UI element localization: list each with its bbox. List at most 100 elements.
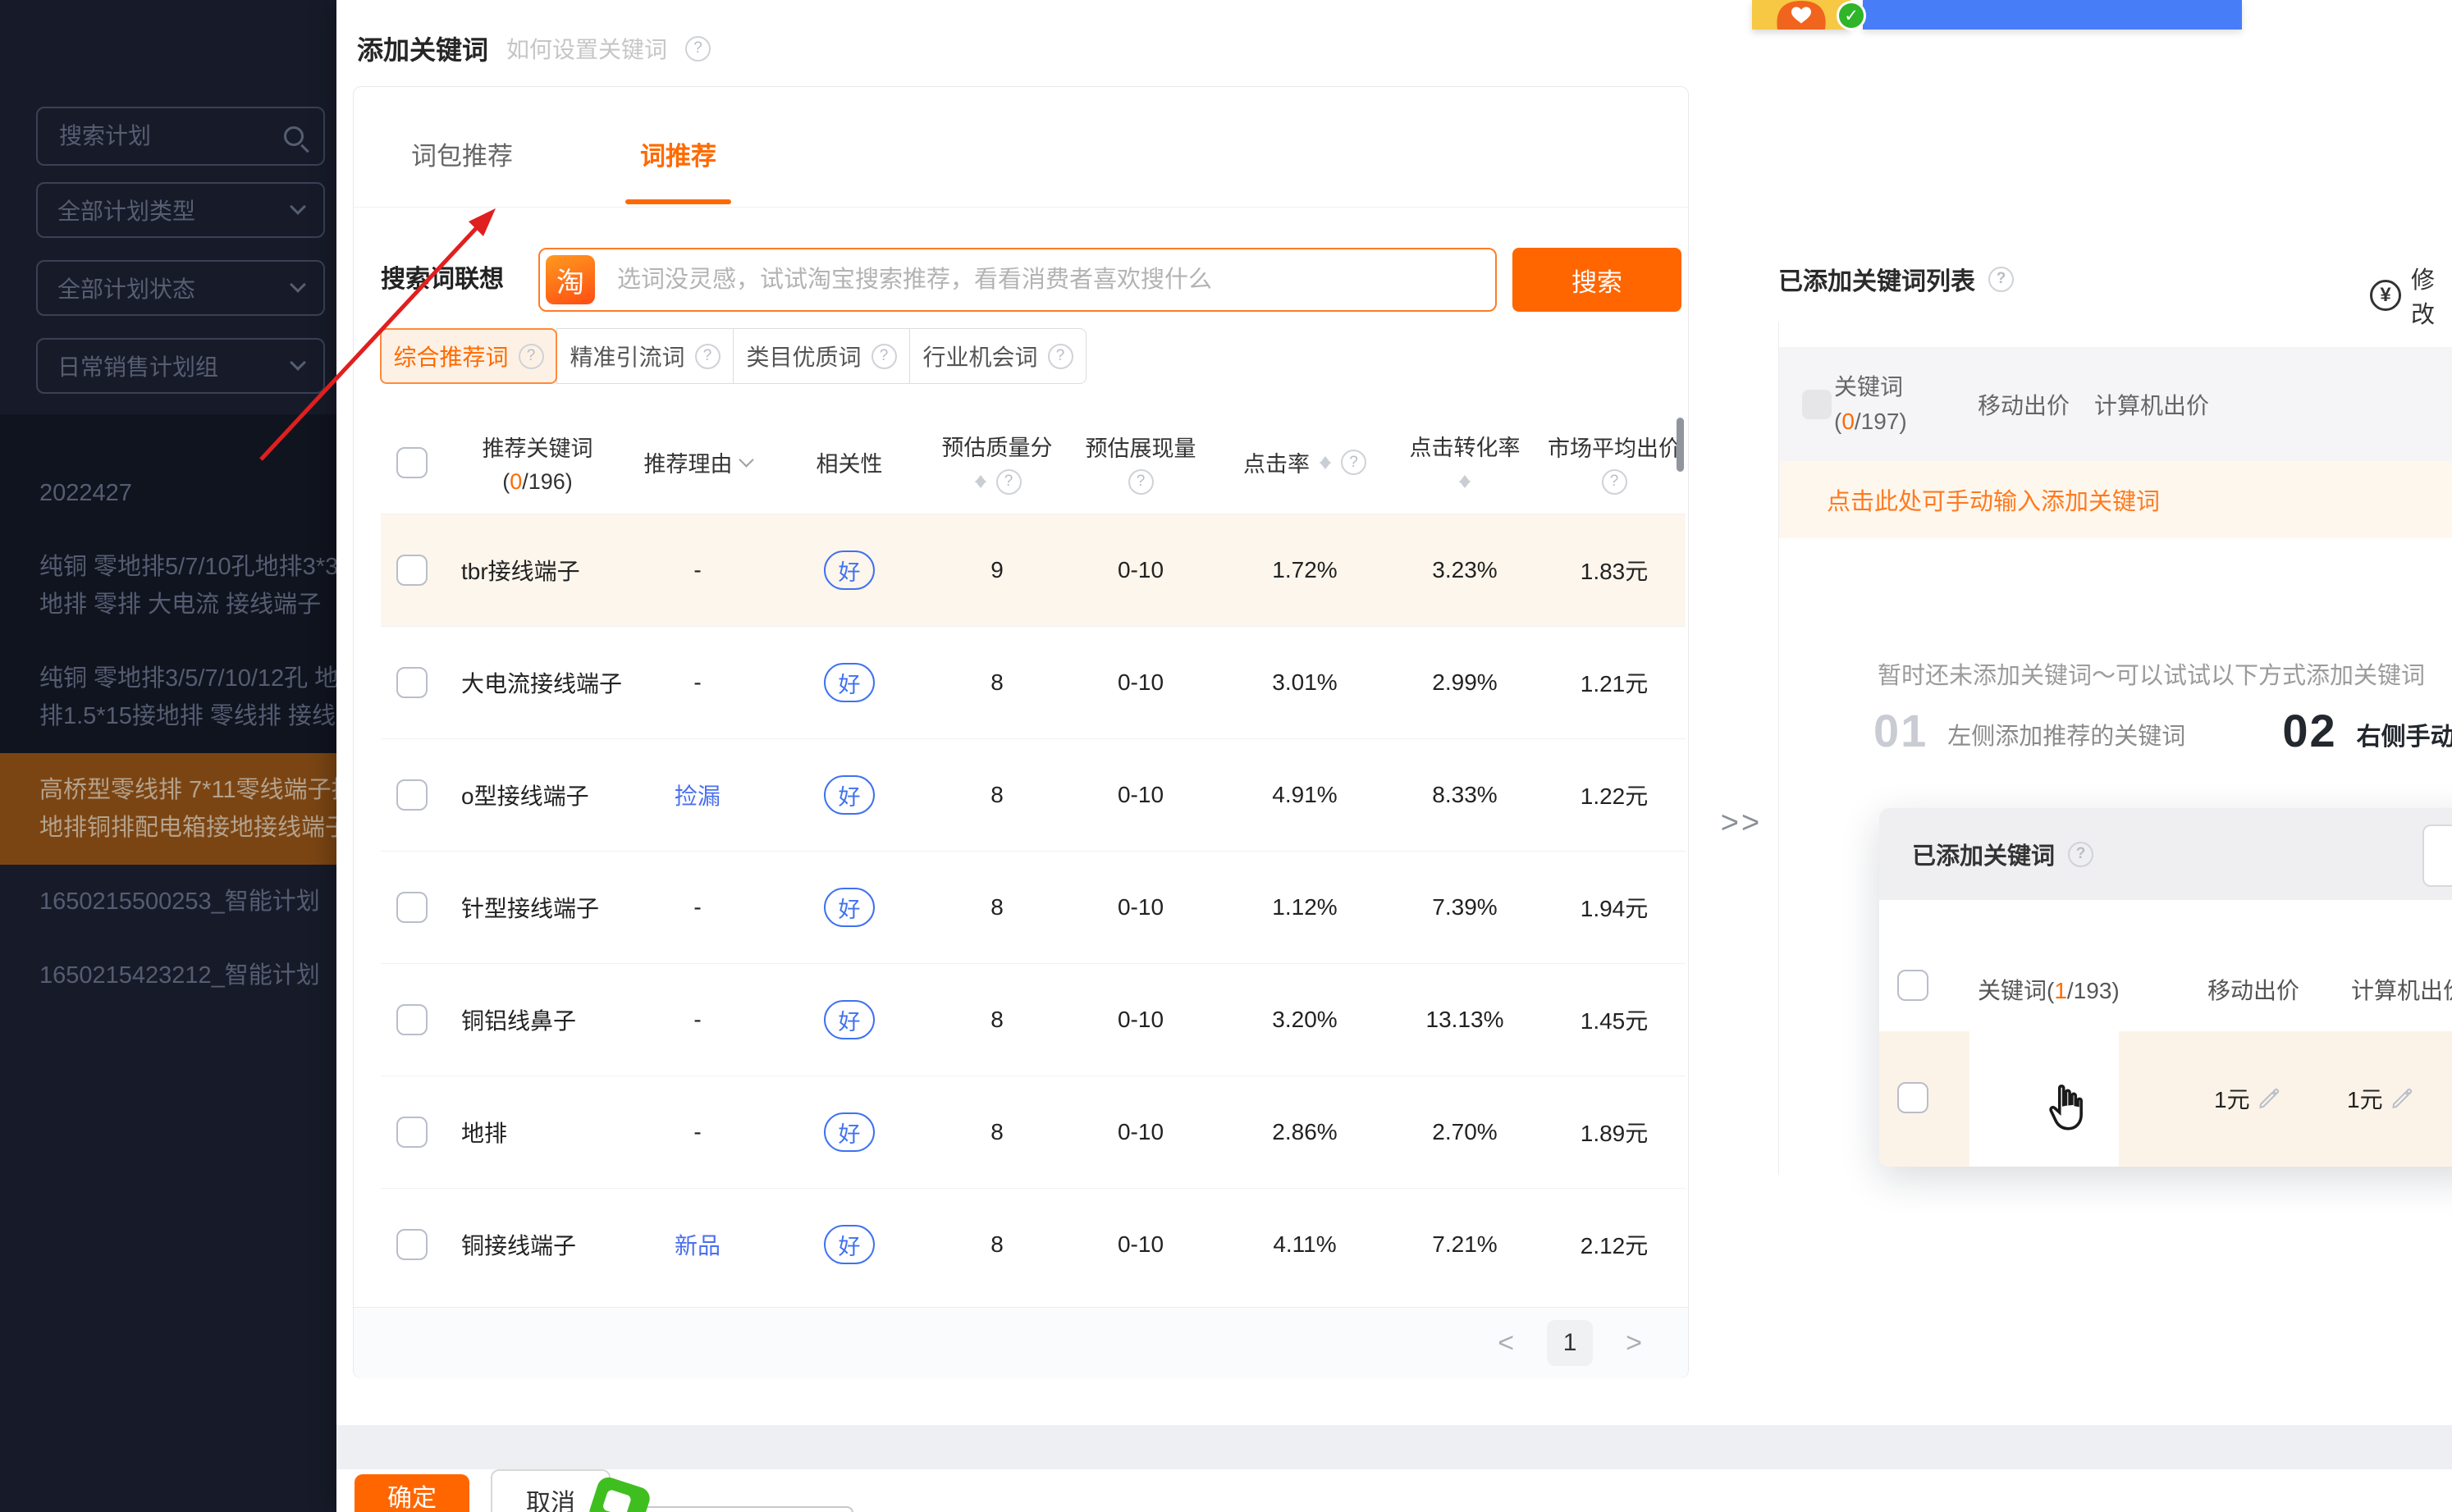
tab-item[interactable]: 词包推荐 <box>411 135 513 203</box>
help-icon[interactable] <box>2068 842 2093 867</box>
plan-list-item[interactable]: 纯铜 零地排5/7/10孔地排3*30排 地排 零排 大电流 接线端子 <box>0 530 336 642</box>
keyword-count: (0/196) <box>502 469 573 495</box>
plan-list-item[interactable]: 高桥型零线排 7*11零线端子排接 地排铜排配电箱接地接线端子 <box>0 753 336 865</box>
how-to-set-keywords-link[interactable]: 如何设置关键词 <box>506 32 667 65</box>
reason-cell[interactable]: - <box>632 894 763 920</box>
row-checkbox[interactable] <box>396 1229 428 1260</box>
col-quality: 预估质量分 <box>942 430 1053 495</box>
next-page-button[interactable]: > <box>1626 1329 1642 1357</box>
manual-add-keywords-row[interactable]: 点击此处可手动输入添加关键词 <box>1779 461 2452 538</box>
keyword-search-input[interactable] <box>615 249 1477 310</box>
table-row[interactable]: 地排 - 好 8 0-10 2.86% 2.70% 1.89元 <box>381 1076 1686 1188</box>
help-icon[interactable] <box>1341 450 1366 475</box>
row-checkbox[interactable] <box>396 1004 428 1035</box>
col-ctr: 点击率 <box>1223 446 1387 478</box>
row-checkbox[interactable] <box>396 892 428 923</box>
ctr-cell: 3.20% <box>1223 1007 1387 1033</box>
plan-filter-select[interactable]: 全部计划状态 <box>36 260 325 316</box>
page-title: 添加关键词 <box>357 30 488 67</box>
col-bid: 市场平均出价 <box>1548 431 1681 495</box>
footer-divider-band <box>336 1425 2452 1469</box>
table-row[interactable]: 铜铝线鼻子 - 好 8 0-10 3.20% 13.13% 1.45元 <box>381 963 1686 1076</box>
extension-toolbar[interactable] <box>1863 0 2242 30</box>
plan-list-item[interactable]: 2022427 <box>0 456 336 530</box>
relevance-badge: 好 <box>824 1112 875 1152</box>
reason-filter-dropdown[interactable]: 推荐理由 <box>632 446 763 478</box>
table-row[interactable]: 针型接线端子 - 好 8 0-10 1.12% 7.39% 1.94元 <box>381 851 1686 963</box>
tab-item[interactable]: 词推荐 <box>640 135 716 203</box>
col-cvr-label: 点击转化率 <box>1410 430 1521 462</box>
added-keywords-title-row: 已添加关键词列表 <box>1778 261 2014 297</box>
quality-cell: 9 <box>936 557 1059 583</box>
table-row[interactable]: o型接线端子 捡漏 好 8 0-10 4.91% 8.33% 1.22元 <box>381 738 1686 851</box>
plan-item-line1: 纯铜 零地排5/7/10孔地排3*30排 <box>39 548 336 586</box>
plan-list-item[interactable]: 1650215500253_智能计划 <box>0 865 336 939</box>
cvr-cell: 8.33% <box>1387 782 1543 808</box>
row-checkbox[interactable] <box>396 1117 428 1148</box>
row-checkbox[interactable] <box>396 779 428 811</box>
select-all-checkbox[interactable] <box>396 447 428 478</box>
word-type-chip[interactable]: 精准引流词 <box>556 328 734 384</box>
help-icon[interactable] <box>1988 267 2014 292</box>
chip-label: 综合推荐词 <box>393 340 508 372</box>
col-keyword-label: 推荐关键词 <box>483 431 593 463</box>
edit-pencil-icon[interactable] <box>2257 1086 2281 1111</box>
table-row[interactable]: tbr接线端子 - 好 9 0-10 1.72% 3.23% 1.83元 <box>381 514 1686 626</box>
cvr-cell: 7.39% <box>1387 894 1543 920</box>
expand-panel-button[interactable]: >> <box>1709 806 1774 841</box>
pc-bid-value: 1元 <box>2347 1082 2414 1115</box>
plan-search-input[interactable] <box>57 122 284 150</box>
reason-cell[interactable]: - <box>632 1119 763 1145</box>
help-icon[interactable] <box>871 344 897 369</box>
popover-action-button[interactable] <box>2422 825 2452 887</box>
search-button[interactable]: 搜索 <box>1512 248 1681 312</box>
reason-cell[interactable]: - <box>632 557 763 583</box>
added-keywords-header: 关键词 (0/197) 移动出价 计算机出价 <box>1779 347 2452 461</box>
word-type-chip[interactable]: 行业机会词 <box>909 328 1086 384</box>
popover-keyword-row[interactable]: 1元 1元 <box>1879 1031 2452 1167</box>
reason-cell[interactable]: - <box>632 669 763 696</box>
keyword-search-field[interactable]: 淘 <box>538 248 1497 312</box>
row-checkbox[interactable] <box>396 555 428 586</box>
plan-list-item[interactable]: 纯铜 零地排3/5/7/10/12孔 地线 排1.5*15接地排 零线排 接线端… <box>0 642 336 753</box>
keyword-cell: 针型接线端子 <box>443 891 632 924</box>
reason-cell[interactable]: 捡漏 <box>632 779 763 811</box>
sort-icon[interactable] <box>1457 468 1472 495</box>
hand-cursor-icon <box>2039 1079 2093 1138</box>
row-checkbox[interactable] <box>396 667 428 698</box>
edit-pencil-icon[interactable] <box>2390 1086 2414 1111</box>
plan-search-field[interactable] <box>36 107 325 166</box>
reason-cell[interactable]: 新品 <box>632 1228 763 1261</box>
impressions-cell: 0-10 <box>1059 1231 1223 1258</box>
plan-filter-select[interactable]: 全部计划类型 <box>36 182 325 238</box>
reason-cell[interactable]: - <box>632 1007 763 1033</box>
help-icon[interactable] <box>695 344 721 369</box>
modify-bid-button[interactable]: ¥ 修改 <box>2370 261 2452 330</box>
step2-text: 右侧手动输入 <box>2357 716 2452 752</box>
sort-icon[interactable] <box>1318 450 1333 476</box>
table-row[interactable]: 铜接线端子 新品 好 8 0-10 4.11% 7.21% 2.12元 <box>381 1188 1686 1300</box>
table-scrollbar[interactable] <box>1677 418 1684 472</box>
help-icon[interactable] <box>1128 469 1154 495</box>
help-icon[interactable] <box>519 344 544 369</box>
confirm-button[interactable]: 确定 <box>355 1474 469 1512</box>
keyword-recommend-panel: 词包推荐 词推荐 搜索词联想 淘 搜索 综合推荐词 <box>353 86 1689 1378</box>
help-icon[interactable] <box>685 36 711 62</box>
help-icon[interactable] <box>1048 344 1073 369</box>
popover-row-checkbox[interactable] <box>1897 1082 1928 1113</box>
word-type-chip[interactable]: 类目优质词 <box>733 328 910 384</box>
cvr-cell: 2.70% <box>1387 1119 1543 1145</box>
word-type-chip[interactable]: 综合推荐词 <box>380 328 557 384</box>
plan-item-line2: 排1.5*15接地排 零线排 接线端子 <box>39 697 336 735</box>
sort-icon[interactable] <box>973 468 988 495</box>
plan-list-item[interactable]: 1650215423212_智能计划 <box>0 939 336 1012</box>
impressions-cell: 0-10 <box>1059 894 1223 920</box>
popover-select-all-checkbox[interactable] <box>1897 970 1928 1001</box>
table-row[interactable]: 大电流接线端子 - 好 8 0-10 3.01% 2.99% 1.21元 <box>381 626 1686 738</box>
plan-filter-select[interactable]: 日常销售计划组 <box>36 338 325 394</box>
help-icon[interactable] <box>1602 469 1627 495</box>
page-number[interactable]: 1 <box>1547 1320 1593 1366</box>
col-added-keyword: 关键词 (0/197) <box>1834 370 1907 439</box>
prev-page-button[interactable]: < <box>1498 1329 1514 1357</box>
help-icon[interactable] <box>996 469 1022 495</box>
